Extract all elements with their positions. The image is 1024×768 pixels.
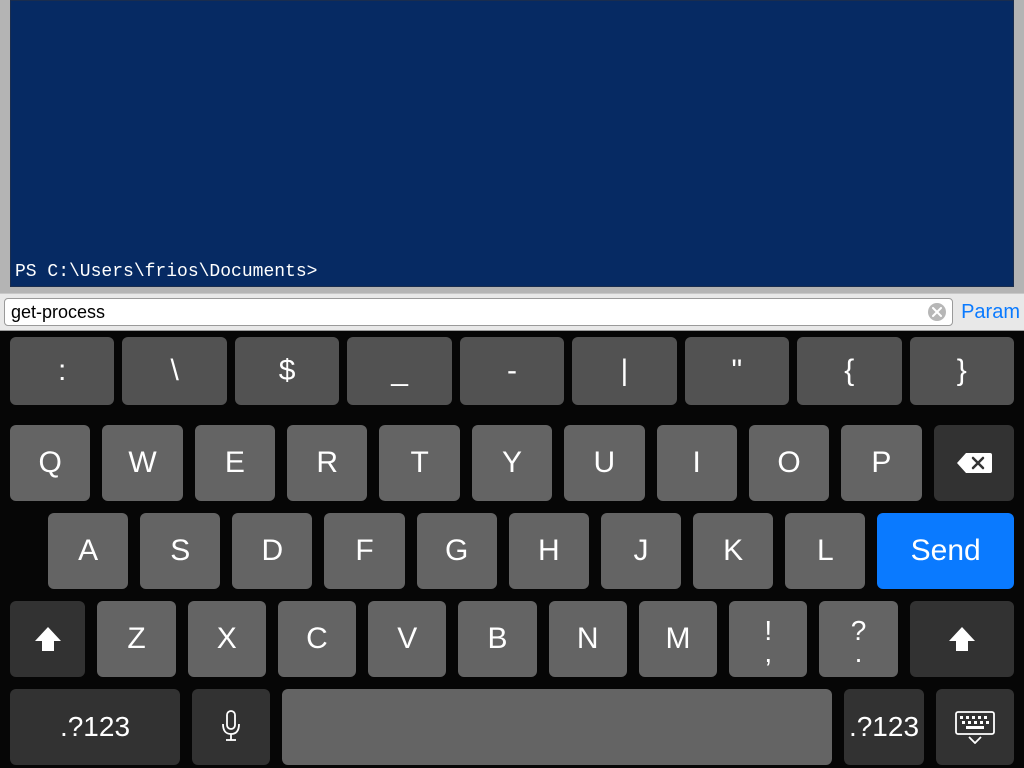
key-hide-keyboard[interactable] [936, 689, 1014, 765]
command-input-wrapper[interactable] [4, 298, 953, 326]
backspace-icon [956, 451, 992, 475]
key-r[interactable]: R [287, 425, 367, 501]
key-a[interactable]: A [48, 513, 128, 589]
key-punct-period[interactable]: ? . [819, 601, 897, 677]
key-i[interactable]: I [657, 425, 737, 501]
key-k[interactable]: K [693, 513, 773, 589]
key-g[interactable]: G [417, 513, 497, 589]
key-punct-comma[interactable]: ! , [729, 601, 807, 677]
key-b[interactable]: B [458, 601, 536, 677]
shift-icon [33, 624, 63, 654]
key-colon[interactable]: : [10, 337, 114, 405]
punct-bottom: , [764, 645, 772, 662]
key-q[interactable]: Q [10, 425, 90, 501]
key-brace-close[interactable]: } [910, 337, 1014, 405]
symbol-row: : \ $ _ - | " { } [0, 331, 1024, 413]
key-v[interactable]: V [368, 601, 446, 677]
key-underscore[interactable]: _ [347, 337, 451, 405]
virtual-keyboard: : \ $ _ - | " { } Q W E R T Y U I O P A … [0, 331, 1024, 768]
key-u[interactable]: U [564, 425, 644, 501]
key-s[interactable]: S [140, 513, 220, 589]
key-c[interactable]: C [278, 601, 356, 677]
key-pipe[interactable]: | [572, 337, 676, 405]
key-backspace[interactable] [934, 425, 1014, 501]
key-o[interactable]: O [749, 425, 829, 501]
powershell-terminal[interactable]: PS C:\Users\frios\Documents> [10, 0, 1014, 287]
keyboard-row-2: A S D F G H J K L Send [0, 513, 1024, 589]
key-x[interactable]: X [188, 601, 266, 677]
shift-icon [947, 624, 977, 654]
key-d[interactable]: D [232, 513, 312, 589]
key-j[interactable]: J [601, 513, 681, 589]
key-l[interactable]: L [785, 513, 865, 589]
keyboard-hide-icon [954, 710, 996, 744]
key-w[interactable]: W [102, 425, 182, 501]
key-brace-open[interactable]: { [797, 337, 901, 405]
key-shift-left[interactable] [10, 601, 85, 677]
punct-bottom: . [855, 645, 863, 662]
command-input[interactable] [11, 302, 928, 323]
keyboard-row-3: Z X C V B N M ! , ? . [0, 601, 1024, 677]
key-z[interactable]: Z [97, 601, 175, 677]
keyboard-row-1: Q W E R T Y U I O P [0, 425, 1024, 501]
key-backslash[interactable]: \ [122, 337, 226, 405]
key-f[interactable]: F [324, 513, 404, 589]
key-h[interactable]: H [509, 513, 589, 589]
key-shift-right[interactable] [910, 601, 1014, 677]
clear-input-button[interactable] [928, 303, 946, 321]
key-dash[interactable]: - [460, 337, 564, 405]
command-input-bar: Param [0, 293, 1024, 331]
keyboard-row-bottom: .?123 .?123 [0, 689, 1024, 765]
key-numlock-left[interactable]: .?123 [10, 689, 180, 765]
microphone-icon [220, 710, 242, 744]
key-doublequote[interactable]: " [685, 337, 789, 405]
terminal-area: PS C:\Users\frios\Documents> [0, 0, 1024, 293]
key-n[interactable]: N [549, 601, 627, 677]
key-send[interactable]: Send [877, 513, 1014, 589]
key-p[interactable]: P [841, 425, 921, 501]
key-y[interactable]: Y [472, 425, 552, 501]
key-dictation[interactable] [192, 689, 270, 765]
key-numlock-right[interactable]: .?123 [844, 689, 924, 765]
key-t[interactable]: T [379, 425, 459, 501]
key-space[interactable] [282, 689, 832, 765]
param-link[interactable]: Param [961, 301, 1020, 324]
key-e[interactable]: E [195, 425, 275, 501]
key-m[interactable]: M [639, 601, 717, 677]
terminal-prompt: PS C:\Users\frios\Documents> [15, 262, 1009, 282]
key-dollar[interactable]: $ [235, 337, 339, 405]
